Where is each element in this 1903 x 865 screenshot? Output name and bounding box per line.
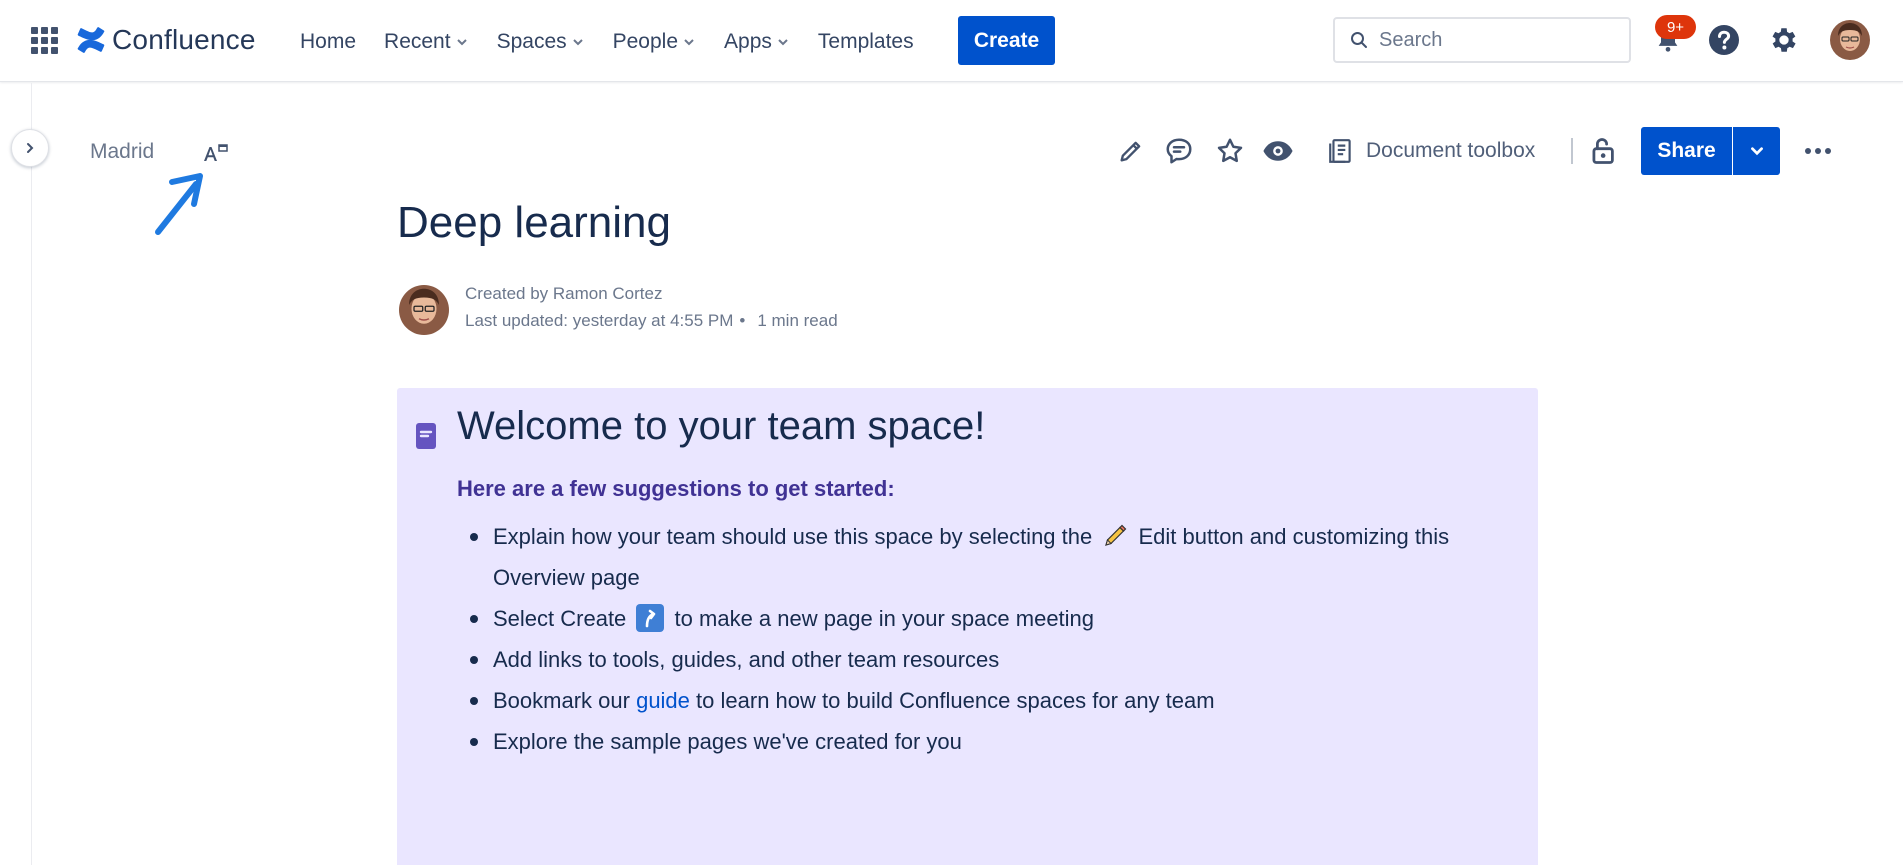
list-item-text: Explore the sample pages we've created f… <box>493 729 962 754</box>
expand-sidebar-button[interactable] <box>11 129 49 167</box>
annotation-arrow-icon <box>155 173 203 235</box>
nav-templates-label: Templates <box>817 30 914 53</box>
confluence-logo[interactable]: Confluence <box>76 22 256 58</box>
help-icon[interactable] <box>1706 22 1742 58</box>
top-navigation: Confluence Home Recent Spaces People App… <box>0 0 1903 82</box>
list-item-text: Add links to tools, guides, and other te… <box>493 647 1000 672</box>
create-emoji-icon <box>636 604 665 632</box>
primary-nav: Home Recent Spaces People Apps Templates <box>286 22 928 62</box>
app-switcher-icon[interactable] <box>31 27 58 54</box>
chevron-down-icon <box>572 39 583 46</box>
guide-link[interactable]: guide <box>636 688 690 713</box>
speech-bubble-icon <box>1166 138 1192 164</box>
panel-heading: Welcome to your team space! <box>457 404 986 448</box>
nav-recent[interactable]: Recent <box>370 22 483 62</box>
toolbar-divider <box>1571 138 1573 164</box>
list-item: Explain how your team should use this sp… <box>457 516 1527 598</box>
created-by[interactable]: Created by Ramon Cortez <box>465 284 662 304</box>
nav-people[interactable]: People <box>599 22 710 62</box>
edit-icon[interactable] <box>1113 133 1149 169</box>
chevron-down-icon <box>456 39 467 46</box>
list-item-text: to learn how to build Confluence spaces … <box>696 688 1215 713</box>
font-size-icon <box>204 144 228 161</box>
nav-apps-label: Apps <box>724 30 772 53</box>
last-updated-line: Last updated: yesterday at 4:55 PM • 1 m… <box>465 311 838 331</box>
nav-spaces-label: Spaces <box>496 30 567 53</box>
gear-icon <box>1772 28 1796 52</box>
list-item: Add links to tools, guides, and other te… <box>457 639 1527 680</box>
logo-text: Confluence <box>112 24 256 55</box>
author-avatar-image <box>399 285 449 335</box>
chevron-down-icon <box>684 39 694 46</box>
nav-spaces[interactable]: Spaces <box>483 22 599 62</box>
comment-icon[interactable] <box>1161 133 1197 169</box>
nav-apps[interactable]: Apps <box>710 22 804 62</box>
list-item-text: Explain how your team should use this sp… <box>493 524 1093 549</box>
note-icon <box>416 423 436 449</box>
note-panel: Welcome to your team space! Here are a f… <box>397 388 1538 865</box>
confluence-logo-icon <box>77 27 105 53</box>
nav-home[interactable]: Home <box>286 22 370 62</box>
question-icon <box>1709 25 1739 55</box>
eye-icon <box>1263 141 1293 161</box>
notifications-badge: 9+ <box>1655 15 1696 39</box>
search-input[interactable] <box>1379 28 1619 52</box>
more-actions-icon[interactable] <box>1800 133 1836 169</box>
document-toolbox-label: Document toolbox <box>1366 139 1536 162</box>
list-item-text: Select Create <box>493 606 627 631</box>
favorite-star-icon <box>1217 138 1243 163</box>
list-item: Select Create to make a new page in your… <box>457 598 1527 639</box>
share-button[interactable]: Share <box>1641 127 1732 175</box>
create-button[interactable]: Create <box>958 16 1055 65</box>
author-avatar[interactable] <box>399 285 449 335</box>
nav-home-label: Home <box>300 30 357 53</box>
chevron-right-icon <box>27 143 34 153</box>
user-avatar-image <box>1830 20 1870 60</box>
panel-subheading: Here are a few suggestions to get starte… <box>457 476 895 501</box>
list-item-text: to make a new page in your space meeting <box>674 606 1095 631</box>
nav-recent-label: Recent <box>384 30 451 53</box>
restrictions-icon[interactable] <box>1584 133 1620 169</box>
pencil-emoji-icon <box>1105 524 1127 546</box>
pencil-icon <box>1120 141 1141 162</box>
star-icon[interactable] <box>1212 133 1248 169</box>
search-box[interactable] <box>1333 17 1631 63</box>
text-size-toggle-icon[interactable] <box>202 141 230 165</box>
settings-icon[interactable] <box>1766 22 1802 58</box>
nav-people-label: People <box>612 30 679 53</box>
list-item: Bookmark our guide to learn how to build… <box>457 680 1527 721</box>
chevron-down-icon <box>778 39 788 46</box>
byline-separator: • <box>739 311 746 330</box>
last-updated[interactable]: Last updated: yesterday at 4:55 PM <box>465 311 733 331</box>
chevron-down-icon <box>1750 147 1763 156</box>
avatar[interactable] <box>1830 20 1870 60</box>
search-icon <box>1351 32 1367 48</box>
watch-icon[interactable] <box>1260 133 1296 169</box>
sidebar-rail <box>0 83 32 865</box>
list-item: Explore the sample pages we've created f… <box>457 721 1527 762</box>
read-time: 1 min read <box>757 311 838 330</box>
list-item-text: Bookmark our <box>493 688 630 713</box>
document-toolbox-button[interactable]: Document toolbox <box>1328 133 1535 169</box>
page-title: Deep learning <box>397 198 671 247</box>
unlock-icon <box>1592 138 1614 164</box>
share-dropdown-button[interactable] <box>1733 127 1780 175</box>
document-toolbox-icon <box>1329 139 1351 163</box>
suggestions-list: Explain how your team should use this sp… <box>457 516 1527 762</box>
space-breadcrumb[interactable]: Madrid <box>90 140 154 164</box>
nav-templates[interactable]: Templates <box>804 22 928 62</box>
